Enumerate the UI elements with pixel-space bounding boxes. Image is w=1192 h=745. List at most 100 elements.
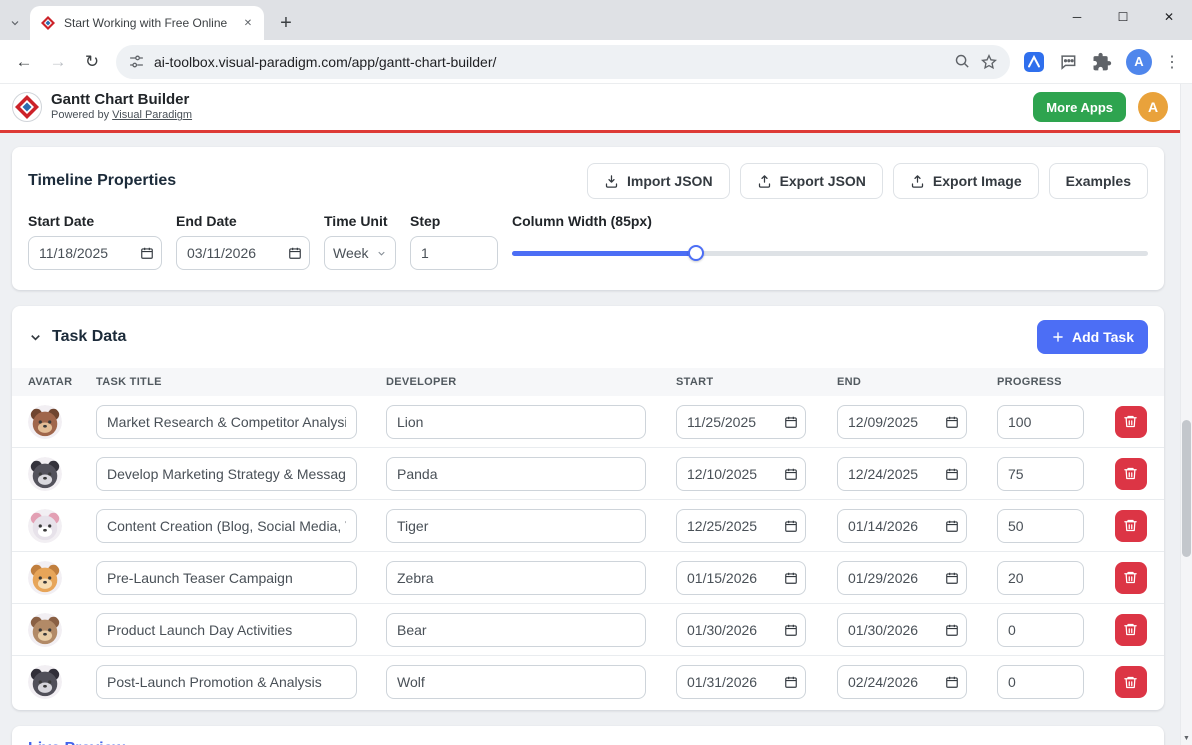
trash-icon: [1123, 675, 1138, 690]
progress-input[interactable]: [997, 509, 1084, 543]
export-json-button[interactable]: Export JSON: [740, 163, 883, 199]
column-width-slider-fill: [512, 251, 696, 256]
developer-input[interactable]: [386, 509, 646, 543]
browser-profile-avatar[interactable]: A: [1126, 49, 1152, 75]
chat-extension-icon[interactable]: [1052, 46, 1084, 78]
col-task-title: TASK TITLE: [96, 376, 386, 388]
end-date-label: End Date: [176, 213, 310, 229]
extensions-puzzle-icon[interactable]: [1086, 46, 1118, 78]
task-title-input[interactable]: [96, 665, 357, 699]
app-title: Gantt Chart Builder: [51, 91, 192, 109]
task-title-input[interactable]: [96, 509, 357, 543]
page-scrollbar[interactable]: ▼: [1180, 84, 1192, 745]
tab-close-icon[interactable]: ✕: [240, 15, 256, 31]
plus-icon: [1051, 330, 1065, 344]
calendar-icon[interactable]: [945, 467, 959, 481]
window-maximize-button[interactable]: ☐: [1100, 0, 1146, 34]
task-row: [12, 552, 1164, 604]
forward-button[interactable]: →: [42, 46, 74, 78]
import-icon: [604, 174, 619, 189]
task-title-input[interactable]: [96, 457, 357, 491]
delete-task-button[interactable]: [1115, 666, 1147, 698]
reload-button[interactable]: ↻: [76, 46, 108, 78]
browser-tab[interactable]: Start Working with Free Online ✕: [30, 6, 264, 40]
scrollbar-down-arrow[interactable]: ▼: [1181, 732, 1192, 744]
task-title-input[interactable]: [96, 613, 357, 647]
collapse-chevron-icon[interactable]: [28, 330, 43, 345]
step-input[interactable]: [410, 236, 498, 270]
scrollbar-thumb[interactable]: [1182, 420, 1191, 557]
tab-search-chevron-icon[interactable]: [0, 6, 30, 40]
export-image-button[interactable]: Export Image: [893, 163, 1039, 199]
calendar-icon[interactable]: [945, 623, 959, 637]
col-start: START: [676, 376, 837, 388]
task-avatar: [28, 405, 62, 439]
chevron-down-icon: [376, 248, 387, 259]
more-apps-button[interactable]: More Apps: [1033, 92, 1126, 122]
progress-input[interactable]: [997, 561, 1084, 595]
delete-task-button[interactable]: [1115, 614, 1147, 646]
add-task-button[interactable]: Add Task: [1037, 320, 1148, 354]
progress-input[interactable]: [997, 457, 1084, 491]
task-table-body: [12, 396, 1164, 708]
webpage: Gantt Chart Builder Powered by Visual Pa…: [0, 84, 1192, 745]
app-user-avatar[interactable]: A: [1138, 92, 1168, 122]
task-title-input[interactable]: [96, 405, 357, 439]
progress-input[interactable]: [997, 665, 1084, 699]
column-width-slider[interactable]: [512, 251, 1148, 256]
calendar-icon[interactable]: [784, 519, 798, 533]
col-end: END: [837, 376, 997, 388]
developer-input[interactable]: [386, 457, 646, 491]
calendar-icon[interactable]: [945, 675, 959, 689]
delete-task-button[interactable]: [1115, 510, 1147, 542]
delete-task-button[interactable]: [1115, 562, 1147, 594]
progress-input[interactable]: [997, 613, 1084, 647]
window-minimize-button[interactable]: ─: [1054, 0, 1100, 34]
developer-input[interactable]: [386, 613, 646, 647]
blue-extension-icon[interactable]: [1018, 46, 1050, 78]
delete-task-button[interactable]: [1115, 458, 1147, 490]
developer-input[interactable]: [386, 561, 646, 595]
task-avatar: [28, 457, 62, 491]
zoom-icon[interactable]: [954, 53, 971, 70]
time-unit-select[interactable]: Week: [324, 236, 396, 270]
window-close-button[interactable]: ✕: [1146, 0, 1192, 34]
delete-task-button[interactable]: [1115, 406, 1147, 438]
browser-menu-icon[interactable]: ⋮: [1160, 46, 1184, 78]
calendar-icon[interactable]: [784, 467, 798, 481]
new-tab-button[interactable]: +: [272, 9, 300, 37]
calendar-icon[interactable]: [140, 246, 154, 260]
task-row: [12, 448, 1164, 500]
developer-input[interactable]: [386, 405, 646, 439]
calendar-icon[interactable]: [784, 415, 798, 429]
task-avatar: [28, 613, 62, 647]
task-title-input[interactable]: [96, 561, 357, 595]
progress-input[interactable]: [997, 405, 1084, 439]
task-row: [12, 604, 1164, 656]
browser-titlebar: Start Working with Free Online ✕ + ─ ☐ ✕: [0, 0, 1192, 40]
task-table: AVATAR TASK TITLE DEVELOPER START END PR…: [12, 368, 1164, 708]
calendar-icon[interactable]: [784, 675, 798, 689]
app-header: Gantt Chart Builder Powered by Visual Pa…: [0, 84, 1180, 130]
bookmark-star-icon[interactable]: [980, 53, 998, 71]
calendar-icon[interactable]: [784, 571, 798, 585]
calendar-icon[interactable]: [784, 623, 798, 637]
examples-button[interactable]: Examples: [1049, 163, 1148, 199]
calendar-icon[interactable]: [945, 519, 959, 533]
calendar-icon[interactable]: [945, 571, 959, 585]
calendar-icon[interactable]: [945, 415, 959, 429]
developer-input[interactable]: [386, 665, 646, 699]
task-data-title: Task Data: [52, 328, 126, 346]
import-json-button[interactable]: Import JSON: [587, 163, 730, 199]
address-bar[interactable]: ai-toolbox.visual-paradigm.com/app/gantt…: [116, 45, 1010, 79]
task-avatar: [28, 665, 62, 699]
tab-title: Start Working with Free Online: [64, 16, 232, 30]
url-text[interactable]: ai-toolbox.visual-paradigm.com/app/gantt…: [154, 54, 945, 70]
step-label: Step: [410, 213, 498, 229]
visual-paradigm-link[interactable]: Visual Paradigm: [112, 109, 192, 121]
column-width-slider-handle[interactable]: [688, 245, 704, 261]
calendar-icon[interactable]: [288, 246, 302, 260]
site-settings-icon[interactable]: [128, 53, 145, 70]
trash-icon: [1123, 570, 1138, 585]
back-button[interactable]: ←: [8, 46, 40, 78]
